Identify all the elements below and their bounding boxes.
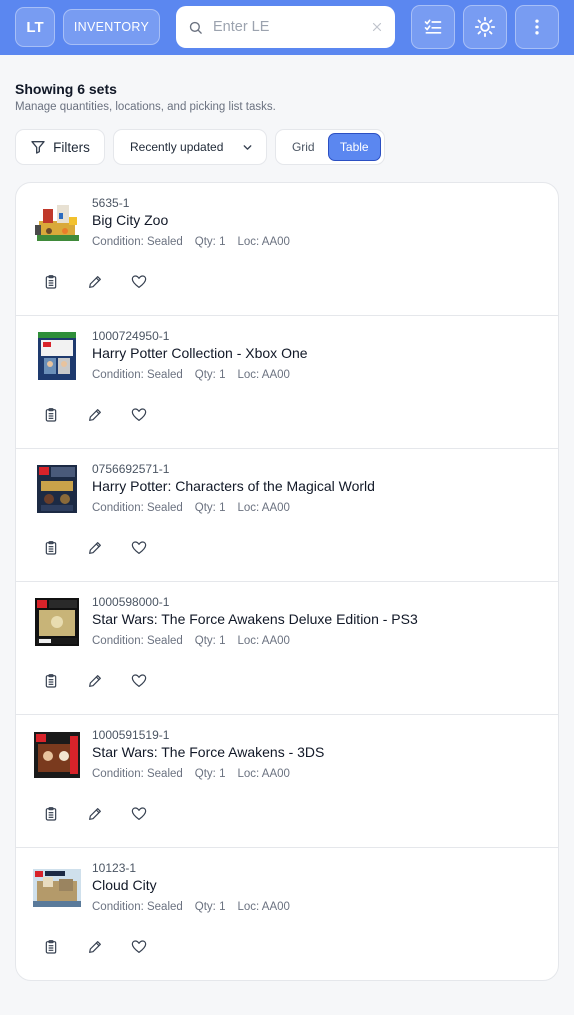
list-item: 1000591519-1 Star Wars: The Force Awaken…	[16, 715, 558, 848]
set-condition: Condition: Sealed	[92, 236, 183, 248]
clipboard-icon[interactable]	[42, 938, 60, 956]
set-number: 10123-1	[92, 861, 137, 875]
set-name[interactable]: Star Wars: The Force Awakens Deluxe Edit…	[92, 611, 418, 627]
set-qty: Qty: 1	[194, 236, 226, 248]
list-item: 5635-1 Big City Zoo Condition: Sealed Qt…	[16, 183, 558, 316]
page-title: Showing 6 sets	[15, 81, 117, 97]
filter-icon	[30, 139, 46, 155]
list-item: 1000598000-1 Star Wars: The Force Awaken…	[16, 582, 558, 715]
pencil-icon[interactable]	[86, 273, 104, 291]
set-thumbnail[interactable]	[33, 598, 81, 646]
heart-icon[interactable]	[130, 406, 148, 424]
pencil-icon[interactable]	[86, 805, 104, 823]
view-table-option[interactable]: Table	[327, 133, 381, 161]
page-subtitle: Manage quantities, locations, and pickin…	[15, 101, 276, 113]
top-bar: LT INVENTORY	[0, 0, 574, 55]
pencil-icon[interactable]	[86, 672, 104, 690]
set-condition: Condition: Sealed	[92, 502, 183, 514]
set-meta: Condition: Sealed Qty: 1 Loc: AA00	[92, 502, 290, 514]
search-icon	[188, 20, 203, 35]
set-number: 1000591519-1	[92, 728, 170, 742]
heart-icon[interactable]	[130, 672, 148, 690]
set-meta: Condition: Sealed Qty: 1 Loc: AA00	[92, 635, 290, 647]
heart-icon[interactable]	[130, 805, 148, 823]
sun-icon	[474, 16, 496, 38]
clipboard-icon[interactable]	[42, 406, 60, 424]
set-meta: Condition: Sealed Qty: 1 Loc: AA00	[92, 768, 290, 780]
set-condition: Condition: Sealed	[92, 635, 183, 647]
set-number: 1000598000-1	[92, 595, 170, 609]
item-actions	[42, 938, 148, 956]
set-thumbnail[interactable]	[33, 199, 81, 247]
set-condition: Condition: Sealed	[92, 768, 183, 780]
theme-toggle-button[interactable]	[463, 5, 507, 49]
item-actions	[42, 273, 148, 291]
list-item: 10123-1 Cloud City Condition: Sealed Qty…	[16, 848, 558, 980]
set-location: Loc: AA00	[237, 635, 290, 647]
view-toggle: Grid Table	[275, 129, 385, 165]
set-name[interactable]: Star Wars: The Force Awakens - 3DS	[92, 744, 324, 760]
set-meta: Condition: Sealed Qty: 1 Loc: AA00	[92, 369, 290, 381]
set-name[interactable]: Harry Potter Collection - Xbox One	[92, 345, 308, 361]
set-number: 5635-1	[92, 196, 130, 210]
clear-icon[interactable]	[371, 21, 383, 33]
filters-button[interactable]: Filters	[15, 129, 105, 165]
pencil-icon[interactable]	[86, 938, 104, 956]
logo-button[interactable]: LT	[15, 7, 55, 47]
view-grid-option[interactable]: Grid	[279, 133, 328, 161]
set-name[interactable]: Big City Zoo	[92, 212, 168, 228]
set-location: Loc: AA00	[237, 901, 290, 913]
set-location: Loc: AA00	[237, 369, 290, 381]
clipboard-icon[interactable]	[42, 273, 60, 291]
set-thumbnail[interactable]	[33, 332, 81, 380]
chevron-down-icon	[241, 141, 254, 154]
set-condition: Condition: Sealed	[92, 901, 183, 913]
clipboard-icon[interactable]	[42, 539, 60, 557]
set-name[interactable]: Cloud City	[92, 877, 157, 893]
more-menu-button[interactable]	[515, 5, 559, 49]
inventory-button[interactable]: INVENTORY	[63, 9, 160, 45]
filters-label: Filters	[53, 139, 90, 155]
search-box[interactable]	[176, 6, 395, 48]
clipboard-icon[interactable]	[42, 805, 60, 823]
clipboard-icon[interactable]	[42, 672, 60, 690]
pencil-icon[interactable]	[86, 406, 104, 424]
set-meta: Condition: Sealed Qty: 1 Loc: AA00	[92, 236, 290, 248]
set-location: Loc: AA00	[237, 236, 290, 248]
picking-list-button[interactable]	[411, 5, 455, 49]
more-vertical-icon	[527, 17, 547, 37]
sort-selected-label: Recently updated	[130, 140, 224, 154]
set-thumbnail[interactable]	[33, 731, 81, 779]
set-number: 1000724950-1	[92, 329, 170, 343]
set-condition: Condition: Sealed	[92, 369, 183, 381]
sort-select[interactable]: Recently updated	[113, 129, 267, 165]
search-input[interactable]	[213, 19, 371, 35]
set-list: 5635-1 Big City Zoo Condition: Sealed Qt…	[15, 182, 559, 981]
set-meta: Condition: Sealed Qty: 1 Loc: AA00	[92, 901, 290, 913]
set-name[interactable]: Harry Potter: Characters of the Magical …	[92, 478, 375, 494]
item-actions	[42, 805, 148, 823]
item-actions	[42, 672, 148, 690]
set-thumbnail[interactable]	[33, 864, 81, 912]
set-qty: Qty: 1	[194, 502, 226, 514]
list-item: 1000724950-1 Harry Potter Collection - X…	[16, 316, 558, 449]
item-actions	[42, 406, 148, 424]
set-location: Loc: AA00	[237, 502, 290, 514]
heart-icon[interactable]	[130, 938, 148, 956]
item-actions	[42, 539, 148, 557]
checklist-icon	[423, 17, 443, 37]
set-number: 0756692571-1	[92, 462, 170, 476]
set-qty: Qty: 1	[194, 369, 226, 381]
pencil-icon[interactable]	[86, 539, 104, 557]
set-location: Loc: AA00	[237, 768, 290, 780]
heart-icon[interactable]	[130, 273, 148, 291]
set-qty: Qty: 1	[194, 635, 226, 647]
set-qty: Qty: 1	[194, 768, 226, 780]
set-qty: Qty: 1	[194, 901, 226, 913]
heart-icon[interactable]	[130, 539, 148, 557]
list-item: 0756692571-1 Harry Potter: Characters of…	[16, 449, 558, 582]
set-thumbnail[interactable]	[33, 465, 81, 513]
